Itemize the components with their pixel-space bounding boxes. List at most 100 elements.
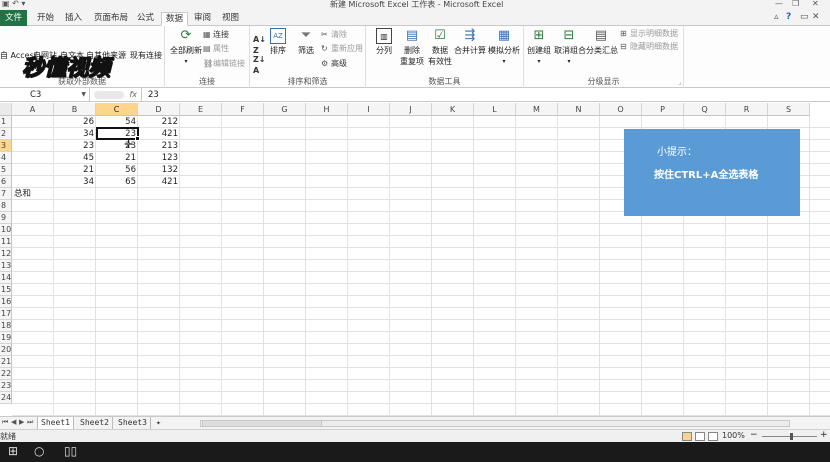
row-header-4[interactable]: 4 (0, 152, 12, 164)
cell-b1[interactable]: 26 (54, 116, 96, 128)
column-header-f[interactable]: F (222, 103, 264, 116)
task-view-icon[interactable]: ▯▯ (64, 444, 77, 458)
zoom-in-icon[interactable]: + (820, 430, 828, 440)
insert-function-button[interactable]: fx (92, 88, 142, 102)
row-header-7[interactable]: 7 (0, 188, 12, 200)
collapse-ribbon-icon[interactable]: ▵ (774, 12, 779, 22)
existing-connections-button[interactable]: 现有连接 (130, 50, 162, 61)
edit-links-button[interactable]: ⛓编辑链接 (203, 58, 245, 69)
hide-detail-button[interactable]: ⊟ 隐藏明细数据 (620, 41, 678, 52)
row-header-16[interactable]: 16 (0, 296, 12, 308)
group-button[interactable]: ⊞ 创建组 ▾ (526, 28, 552, 65)
last-sheet-icon[interactable]: ⏭ (27, 418, 33, 427)
refresh-all-button[interactable]: ⟳ 全部刷新 ▾ (168, 28, 204, 65)
first-sheet-icon[interactable]: ⏮ (2, 418, 8, 427)
cell-d2[interactable]: 421 (138, 128, 180, 140)
scrollbar-thumb[interactable] (202, 420, 322, 427)
row-header-10[interactable]: 10 (0, 224, 12, 236)
sort-asc-icon[interactable]: A↓ Z (253, 34, 266, 55)
what-if-button[interactable]: ▦ 模拟分析 ▾ (488, 28, 520, 65)
tab-review[interactable]: 审阅 (190, 12, 215, 26)
cell-b5[interactable]: 21 (54, 164, 96, 176)
row-header-22[interactable]: 22 (0, 368, 12, 380)
row-header-14[interactable]: 14 (0, 272, 12, 284)
row-header-11[interactable]: 11 (0, 236, 12, 248)
sheet-tab-1[interactable]: Sheet1 (37, 417, 74, 429)
column-header-k[interactable]: K (432, 103, 474, 116)
row-header-20[interactable]: 20 (0, 344, 12, 356)
row-header-19[interactable]: 19 (0, 332, 12, 344)
tab-view[interactable]: 视图 (218, 12, 243, 26)
reapply-button[interactable]: ↻ 重新应用 (321, 43, 363, 54)
dialog-launcher-icon[interactable]: ⌟ (678, 79, 681, 86)
advanced-button[interactable]: ⚙ 高级 (321, 58, 347, 69)
cell-c6[interactable]: 65 (96, 176, 138, 188)
tab-data[interactable]: 数据 (161, 12, 189, 26)
column-header-b[interactable]: B (54, 103, 96, 116)
show-detail-button[interactable]: ⊞ 显示明细数据 (620, 28, 678, 39)
column-header-o[interactable]: O (600, 103, 642, 116)
formula-input[interactable]: 23 (148, 88, 159, 102)
normal-view-icon[interactable] (682, 432, 692, 441)
row-header-12[interactable]: 12 (0, 248, 12, 260)
cell-a7[interactable]: 总和 (12, 188, 54, 200)
page-break-view-icon[interactable] (708, 432, 718, 441)
row-header-9[interactable]: 9 (0, 212, 12, 224)
fill-handle[interactable] (135, 136, 140, 141)
tab-page-layout[interactable]: 页面布局 (90, 12, 132, 26)
column-header-m[interactable]: M (516, 103, 558, 116)
help-icon[interactable]: ? (786, 12, 791, 22)
remove-duplicates-button[interactable]: ▤ 删除 重复项 (398, 28, 426, 67)
name-box[interactable]: C3 ▼ (0, 88, 90, 102)
next-sheet-icon[interactable]: ▶ (19, 418, 24, 426)
cell-d5[interactable]: 132 (138, 164, 180, 176)
subtotal-button[interactable]: ▤ 分类汇总 (586, 28, 618, 56)
column-header-r[interactable]: R (726, 103, 768, 116)
consolidate-button[interactable]: ⇶ 合并计算 (454, 28, 486, 56)
column-header-i[interactable]: I (348, 103, 390, 116)
connections-button[interactable]: ▦ 连接 (203, 29, 229, 40)
close-icon[interactable]: ✕ (812, 0, 819, 8)
column-header-e[interactable]: E (180, 103, 222, 116)
row-header-18[interactable]: 18 (0, 320, 12, 332)
column-header-n[interactable]: N (558, 103, 600, 116)
restore-icon[interactable]: ❐ (792, 0, 799, 8)
zoom-out-icon[interactable]: − (750, 430, 758, 440)
row-header-13[interactable]: 13 (0, 260, 12, 272)
minimize-icon[interactable]: — (775, 0, 783, 8)
clear-button[interactable]: ✂ 清除 (321, 29, 347, 40)
text-to-columns-button[interactable]: ▥ 分列 (370, 28, 398, 56)
column-header-a[interactable]: A (12, 103, 54, 116)
row-header-8[interactable]: 8 (0, 200, 12, 212)
sheet-tab-2[interactable]: Sheet2 (77, 417, 113, 429)
cell-d4[interactable]: 123 (138, 152, 180, 164)
column-header-s[interactable]: S (768, 103, 810, 116)
cell-b2[interactable]: 34 (54, 128, 96, 140)
sort-desc-icon[interactable]: Z↓ A (253, 54, 266, 75)
sort-button[interactable]: AZ 排序 (266, 28, 290, 56)
prev-sheet-icon[interactable]: ◀ (11, 418, 16, 426)
new-sheet-icon[interactable]: ✦ (153, 417, 164, 429)
column-header-j[interactable]: J (390, 103, 432, 116)
wb-minimize-icon[interactable]: ▭ (800, 12, 809, 22)
column-header-c[interactable]: C (96, 103, 138, 116)
row-header-21[interactable]: 21 (0, 356, 12, 368)
column-header-p[interactable]: P (642, 103, 684, 116)
cell-d3[interactable]: 213 (138, 140, 180, 152)
row-header-23[interactable]: 23 (0, 380, 12, 392)
cell-b3[interactable]: 23 (54, 140, 96, 152)
zoom-level[interactable]: 100% (722, 431, 745, 440)
cell-d6[interactable]: 421 (138, 176, 180, 188)
row-header-3[interactable]: 3 (0, 140, 12, 152)
filter-button[interactable]: ⏷ 筛选 (294, 28, 318, 56)
row-header-5[interactable]: 5 (0, 164, 12, 176)
zoom-knob[interactable] (790, 433, 793, 440)
cell-c4[interactable]: 21 (96, 152, 138, 164)
column-header-g[interactable]: G (264, 103, 306, 116)
start-icon[interactable]: ⊞ (8, 444, 18, 458)
cell-b4[interactable]: 45 (54, 152, 96, 164)
quick-access-icons[interactable]: ▣ ↶ ▾ (2, 0, 25, 8)
column-header-d[interactable]: D (138, 103, 180, 116)
chevron-down-icon[interactable]: ▼ (81, 88, 86, 102)
column-header-h[interactable]: H (306, 103, 348, 116)
